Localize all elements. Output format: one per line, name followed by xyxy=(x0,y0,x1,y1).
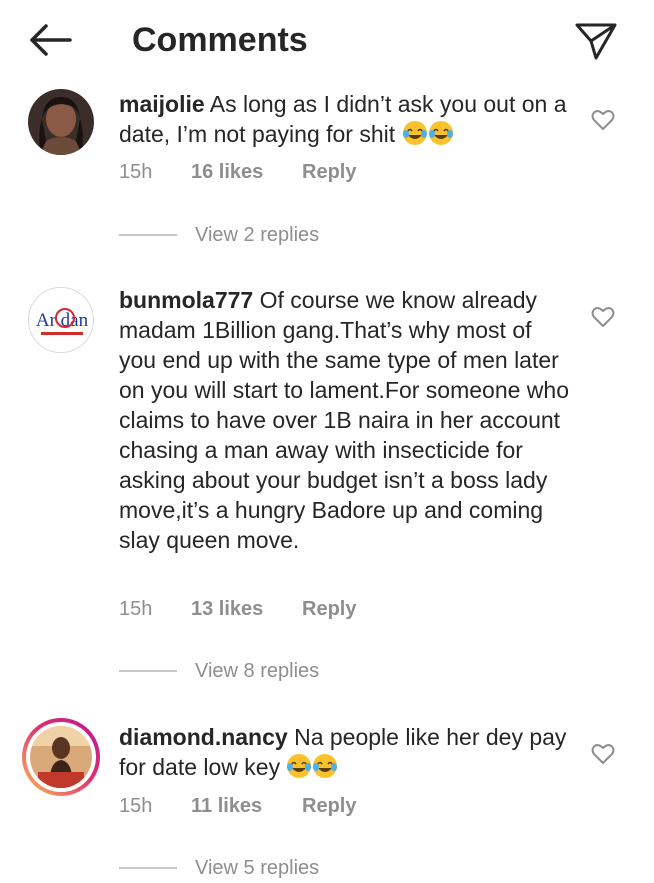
send-icon xyxy=(575,23,617,60)
avatar xyxy=(30,726,92,788)
story-avatar[interactable] xyxy=(22,718,100,796)
like-button[interactable] xyxy=(591,743,615,765)
share-button[interactable] xyxy=(574,20,618,62)
back-button[interactable] xyxy=(26,20,74,60)
replies-divider xyxy=(119,670,177,672)
comment-username[interactable]: diamond.nancy xyxy=(119,724,288,750)
avatar-image xyxy=(28,89,94,155)
heart-outline-icon xyxy=(591,307,615,327)
page-title: Comments xyxy=(132,21,308,59)
comment-time: 15h xyxy=(119,161,153,183)
comment-text: maijolie As long as I didn’t ask you out… xyxy=(119,89,569,149)
heart-outline-icon xyxy=(591,744,615,764)
reply-button[interactable]: Reply xyxy=(302,157,356,187)
reply-button[interactable]: Reply xyxy=(302,791,356,821)
avatar[interactable]: Ar dan xyxy=(28,287,94,353)
view-replies-label: View 2 replies xyxy=(195,224,320,246)
heart-outline-icon xyxy=(591,110,615,130)
comment-body: Of course we know already madam 1Billion… xyxy=(119,287,569,553)
like-button[interactable] xyxy=(591,306,615,328)
face-with-tears-of-joy-icon xyxy=(402,121,427,145)
like-button[interactable] xyxy=(591,109,615,131)
comment-username[interactable]: bunmola777 xyxy=(119,287,253,313)
laughing-emoji xyxy=(402,121,454,147)
comment-likes[interactable]: 11 likes xyxy=(191,791,262,821)
comment-time: 15h xyxy=(119,795,153,817)
face-with-tears-of-joy-icon xyxy=(287,754,312,778)
avatar[interactable] xyxy=(28,89,94,155)
comment-likes[interactable]: 13 likes xyxy=(191,594,263,624)
comment-text: diamond.nancy Na people like her dey pay… xyxy=(119,722,569,782)
avatar-logo-image: Ar dan xyxy=(29,288,93,352)
face-with-tears-of-joy-icon xyxy=(313,754,338,778)
view-replies-label: View 5 replies xyxy=(195,857,320,879)
replies-divider xyxy=(119,867,177,869)
view-replies-label: View 8 replies xyxy=(195,660,320,682)
avatar-logo-text: Ar dan xyxy=(36,310,89,331)
header-bar: Comments xyxy=(0,0,654,82)
laughing-emoji xyxy=(286,754,338,780)
reply-button[interactable]: Reply xyxy=(302,594,356,624)
comment-likes[interactable]: 16 likes xyxy=(191,157,263,187)
comment-time: 15h xyxy=(119,598,153,620)
face-with-tears-of-joy-icon xyxy=(428,121,453,145)
comment-text: bunmola777 Of course we know already mad… xyxy=(119,285,569,555)
arrow-left-icon xyxy=(30,24,72,56)
avatar-image xyxy=(30,726,92,788)
replies-divider xyxy=(119,234,177,236)
comment-username[interactable]: maijolie xyxy=(119,91,205,117)
